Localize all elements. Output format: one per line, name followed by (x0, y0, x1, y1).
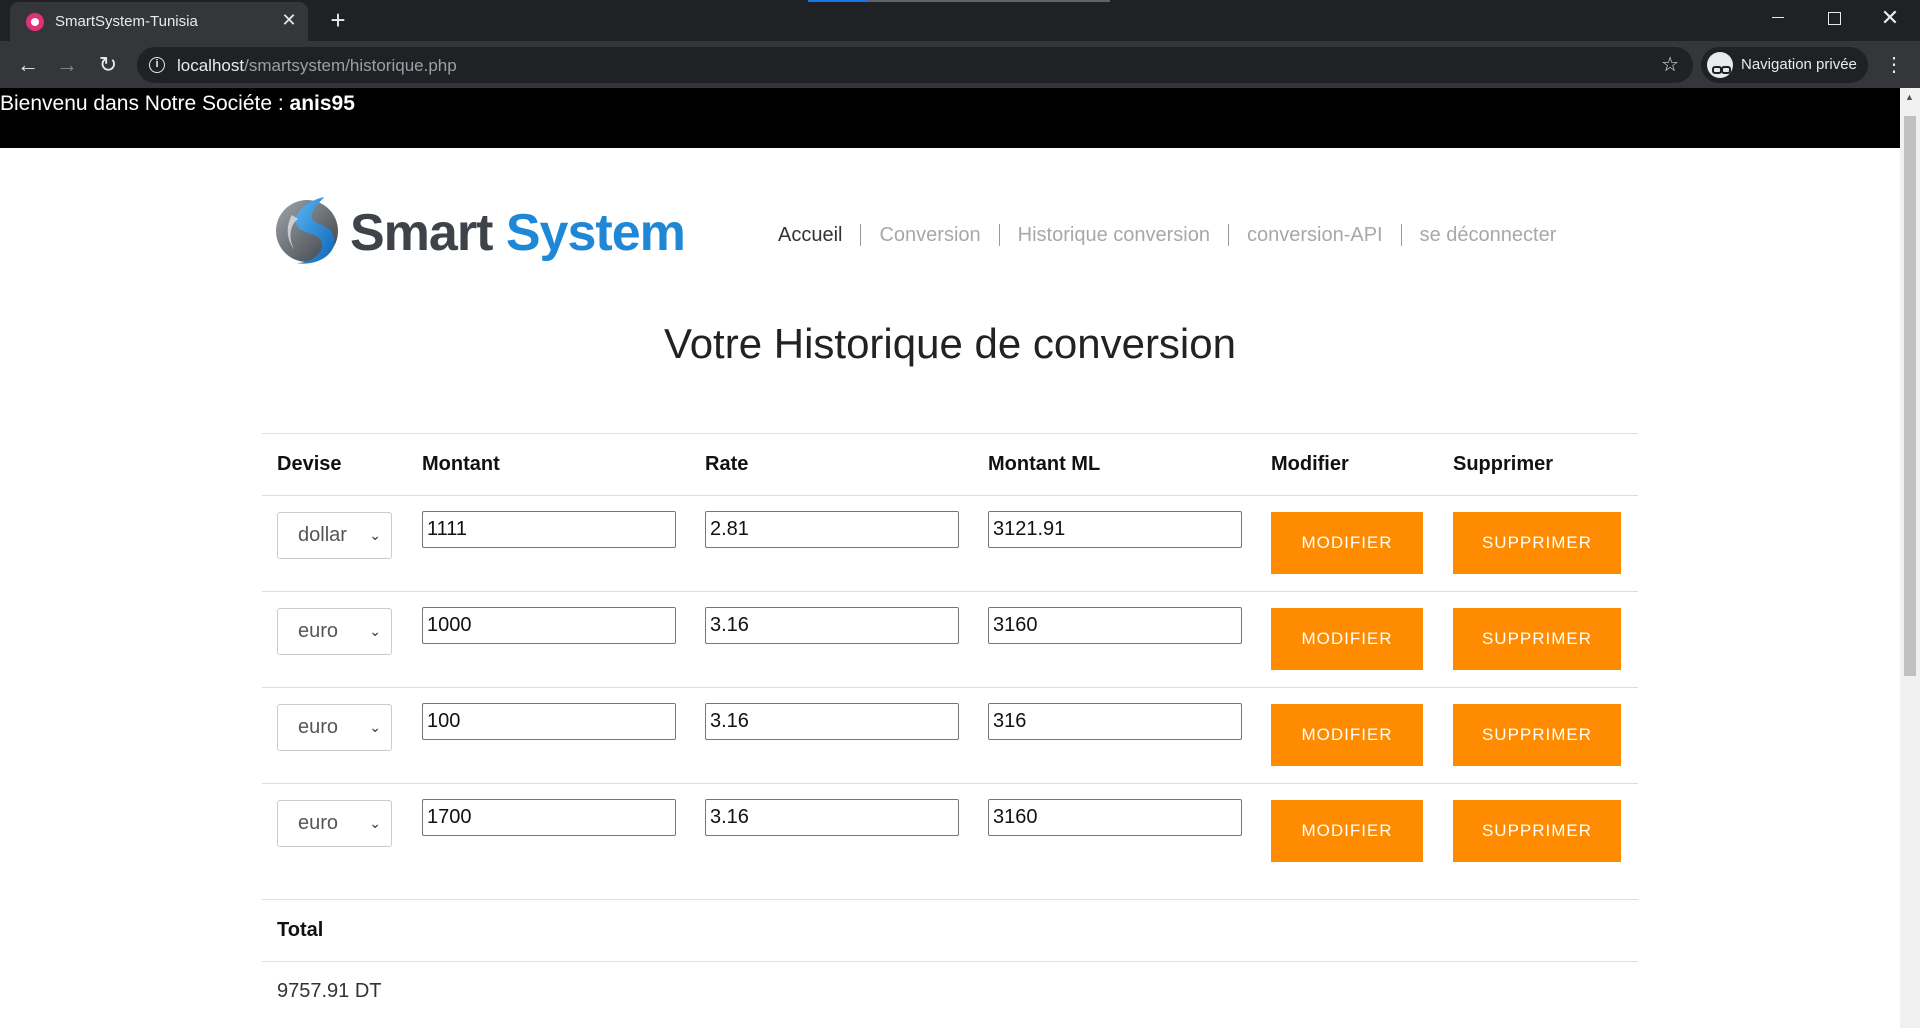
new-tab-button[interactable]: + (324, 6, 352, 34)
chevron-down-icon: ⌄ (369, 815, 381, 831)
chevron-down-icon: ⌄ (369, 719, 381, 735)
montant-ml-input[interactable] (988, 703, 1242, 740)
total-value: 9757.91 DT (277, 980, 382, 1002)
modifier-button[interactable]: MODIFIER (1271, 512, 1423, 574)
page-viewport: Bienvenu dans Notre Sociéte : anis95 Sma… (0, 88, 1900, 1028)
site-favicon-icon (26, 13, 44, 31)
supprimer-button[interactable]: SUPPRIMER (1453, 800, 1621, 862)
rate-input[interactable] (705, 799, 959, 836)
browser-toolbar: ← → ↻ i localhost/smartsystem/historique… (0, 41, 1920, 88)
supprimer-button[interactable]: SUPPRIMER (1453, 608, 1621, 670)
chevron-down-icon: ⌄ (369, 623, 381, 639)
table-row: euro ⌄ MODIFIER SUPPRIMER (262, 591, 1638, 687)
site-info-icon[interactable]: i (149, 57, 165, 73)
smart-system-logo[interactable]: Smart System (272, 193, 686, 273)
browser-chrome: SmartSystem-Tunisia ✕ + ✕ ← → ↻ i localh… (0, 0, 1920, 88)
rate-input[interactable] (705, 607, 959, 644)
table-row: dollar ⌄ MODIFIER SUPPRIMER (262, 495, 1638, 591)
total-header-row: Total (262, 899, 1638, 961)
incognito-profile-button[interactable]: Navigation privée (1701, 47, 1868, 83)
history-table: Devise Montant Rate Montant ML Modifier … (262, 433, 1638, 1023)
header-montant: Montant (422, 453, 500, 475)
address-bar[interactable]: i localhost/smartsystem/historique.php ☆ (137, 47, 1693, 83)
bookmark-star-icon[interactable]: ☆ (1661, 53, 1679, 77)
main-navigation: Accueil Conversion Historique conversion… (760, 220, 1556, 250)
logo-swirl-icon (276, 197, 338, 264)
url-host: localhost (177, 56, 245, 75)
url-text[interactable]: localhost/smartsystem/historique.php (177, 56, 457, 76)
modifier-button[interactable]: MODIFIER (1271, 704, 1423, 766)
window-minimize-button[interactable] (1750, 0, 1806, 36)
tab-title: SmartSystem-Tunisia (55, 13, 198, 30)
montant-input[interactable] (422, 703, 676, 740)
logo-word-smart: Smart (350, 204, 493, 262)
devise-selected-value: dollar (298, 524, 347, 546)
chevron-down-icon: ⌄ (369, 527, 381, 543)
browser-menu-icon[interactable]: ⋮ (1882, 49, 1906, 81)
supprimer-button[interactable]: SUPPRIMER (1453, 512, 1621, 574)
url-path: /smartsystem/historique.php (244, 56, 457, 75)
devise-select[interactable]: euro ⌄ (277, 608, 392, 655)
devise-select[interactable]: dollar ⌄ (277, 512, 392, 559)
supprimer-button[interactable]: SUPPRIMER (1453, 704, 1621, 766)
devise-select[interactable]: euro ⌄ (277, 704, 392, 751)
logo-wordmark: Smart System (350, 203, 686, 263)
tab-strip-accent (808, 0, 868, 2)
modifier-button[interactable]: MODIFIER (1271, 608, 1423, 670)
rate-input[interactable] (705, 511, 959, 548)
header-modifier: Modifier (1271, 453, 1349, 475)
window-close-button[interactable]: ✕ (1862, 0, 1918, 36)
rate-input[interactable] (705, 703, 959, 740)
nav-item-se-deconnecter[interactable]: se déconnecter (1400, 224, 1556, 246)
montant-input[interactable] (422, 607, 676, 644)
header-rate: Rate (705, 453, 749, 475)
welcome-message: Bienvenu dans Notre Sociéte : anis95 (0, 92, 355, 116)
table-row: euro ⌄ MODIFIER SUPPRIMER (262, 783, 1638, 879)
reload-icon[interactable]: ↻ (92, 49, 124, 81)
tab-close-icon[interactable]: ✕ (278, 9, 300, 31)
devise-selected-value: euro (298, 812, 339, 834)
nav-item-conversion-api[interactable]: conversion-API (1227, 224, 1401, 246)
welcome-prefix: Bienvenu dans Notre Sociéte : (0, 92, 290, 115)
total-label: Total (277, 919, 324, 941)
welcome-bar: Bienvenu dans Notre Sociéte : anis95 (0, 88, 1900, 148)
nav-item-accueil[interactable]: Accueil (760, 224, 860, 246)
logo-word-system: System (505, 204, 686, 262)
tab-strip: SmartSystem-Tunisia ✕ + ✕ (0, 0, 1920, 41)
nav-item-conversion[interactable]: Conversion (860, 224, 998, 246)
total-value-row: 9757.91 DT (262, 961, 1638, 1023)
header-montant-ml: Montant ML (988, 453, 1101, 475)
table-header-row: Devise Montant Rate Montant ML Modifier … (262, 433, 1638, 495)
welcome-username: anis95 (289, 92, 355, 115)
back-arrow-icon[interactable]: ← (12, 49, 44, 81)
montant-input[interactable] (422, 799, 676, 836)
page-scrollbar[interactable]: ▲ (1900, 88, 1920, 1028)
window-restore-button[interactable] (1806, 0, 1862, 36)
scroll-up-arrow-icon[interactable]: ▲ (1905, 92, 1914, 102)
montant-ml-input[interactable] (988, 799, 1242, 836)
header-devise: Devise (277, 453, 342, 475)
devise-selected-value: euro (298, 716, 339, 738)
montant-ml-input[interactable] (988, 607, 1242, 644)
scrollbar-thumb[interactable] (1904, 116, 1916, 676)
devise-selected-value: euro (298, 620, 339, 642)
modifier-button[interactable]: MODIFIER (1271, 800, 1423, 862)
browser-tab-active[interactable]: SmartSystem-Tunisia ✕ (10, 2, 308, 41)
montant-ml-input[interactable] (988, 511, 1242, 548)
tab-strip-accent-2 (868, 0, 1110, 2)
nav-item-historique-conversion[interactable]: Historique conversion (998, 224, 1228, 246)
page-title: Votre Historique de conversion (664, 320, 1236, 367)
incognito-icon (1707, 52, 1733, 78)
forward-arrow-icon[interactable]: → (51, 49, 83, 81)
incognito-label: Navigation privée (1741, 56, 1857, 73)
table-row: euro ⌄ MODIFIER SUPPRIMER (262, 687, 1638, 783)
header-supprimer: Supprimer (1453, 453, 1554, 475)
montant-input[interactable] (422, 511, 676, 548)
devise-select[interactable]: euro ⌄ (277, 800, 392, 847)
